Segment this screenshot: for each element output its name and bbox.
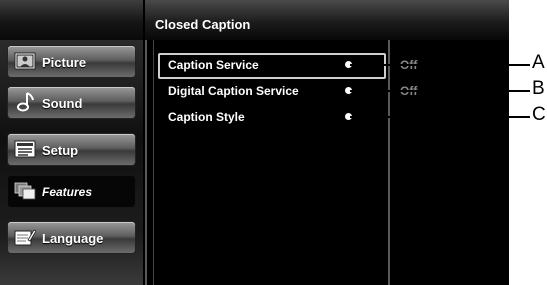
menu-row-caption-style[interactable]: Caption Style [168,110,245,124]
sidebar-item-label: Picture [42,55,87,70]
menu-row-caption-service[interactable]: Caption Service [168,58,259,72]
features-icon [14,182,36,200]
sidebar-item-picture[interactable]: Picture [8,46,135,77]
callout-line-b [350,90,530,92]
page-title: Closed Caption [155,17,251,32]
callout-line-a [350,64,530,66]
divider [388,40,390,285]
tv-screen: Closed Caption Picture Sound Setup Featu… [0,0,509,285]
callout-label-b: B [532,78,545,99]
sidebar-item-label: Features [42,185,93,199]
callout-label-c: C [532,104,546,125]
header-left-panel [0,0,143,40]
sidebar-item-label: Setup [42,143,79,158]
sidebar-item-sound[interactable]: Sound [8,87,135,118]
sidebar-item-setup[interactable]: Setup [8,134,135,165]
language-icon [14,229,36,246]
sidebar-item-label: Sound [42,96,83,111]
divider [153,40,154,285]
sidebar-item-language[interactable]: Language [8,222,135,253]
callout-label-a: A [532,52,545,73]
picture-icon [14,52,36,70]
music-note-icon [17,92,34,112]
menu-row-digital-caption-service[interactable]: Digital Caption Service [168,84,299,98]
sidebar-item-features[interactable]: Features [8,176,135,207]
sidebar-item-label: Language [42,231,104,246]
divider [145,40,147,285]
setup-icon [14,140,36,158]
callout-line-c [350,116,530,118]
